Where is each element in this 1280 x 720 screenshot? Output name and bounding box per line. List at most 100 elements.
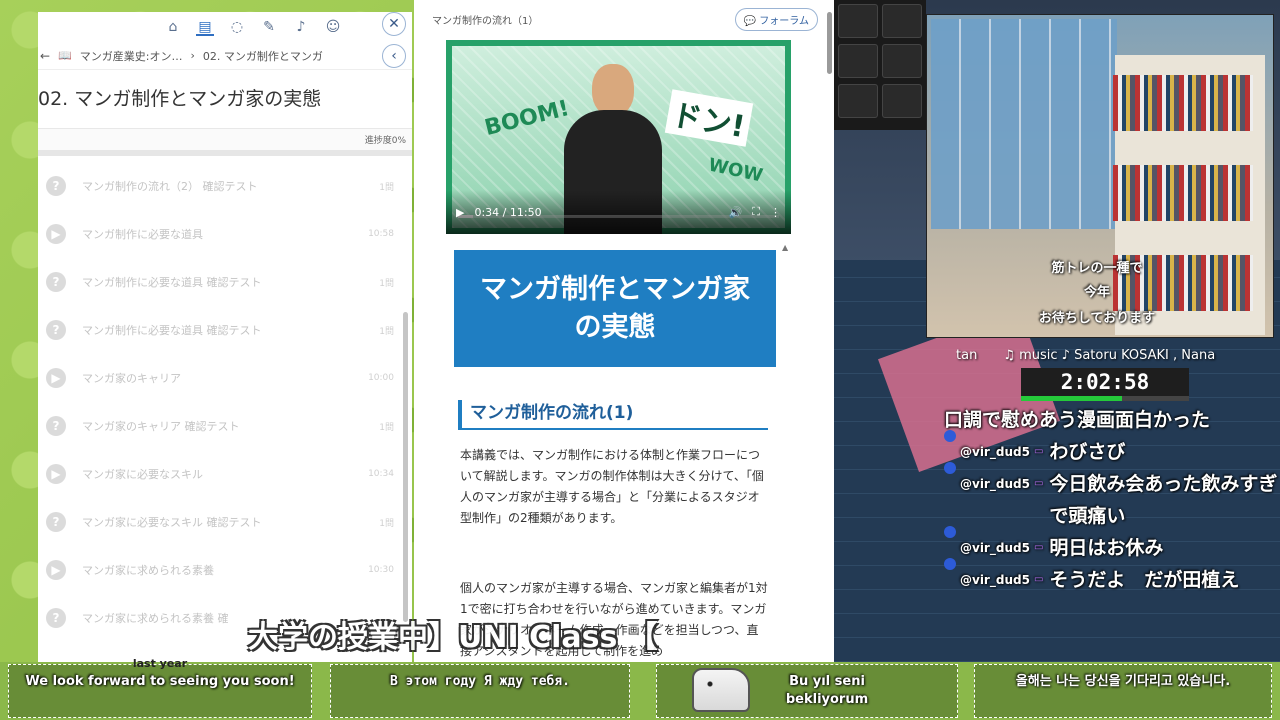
lesson-name: マンガ制作の流れ（2） 確認テスト xyxy=(82,180,258,193)
book-open-icon: 📖 xyxy=(58,49,72,62)
lesson-name: マンガ制作に必要な道具 xyxy=(82,228,203,241)
chat-username: @vir_dud5 xyxy=(960,541,1030,555)
subtitle-text: В этом году Я жду тебя. xyxy=(389,674,570,689)
home-icon[interactable]: ⌂ xyxy=(164,18,182,36)
fullscreen-icon[interactable]: ⛶ xyxy=(752,205,760,219)
chat-message: 口調で慰めあう漫画面白かった xyxy=(944,404,1280,436)
lesson-content: マンガ制作の流れ（1） 💬 フォーラム BOOM! ドン! WOW ▶ 0:34… xyxy=(414,0,834,662)
chat-username: @vir_dud5 xyxy=(960,445,1030,459)
room-caption-1: 筋トレの一種で xyxy=(1051,261,1143,276)
course-sidebar: ⌂ ▤ ◌ ✎ ♪ ☺ ✕ ← 📖 マンガ産業史:オン… › 02. マンガ制作… xyxy=(38,12,412,662)
chat-message: @vir_dud5 ▭ わびさび xyxy=(944,430,1280,468)
breadcrumb-item-course[interactable]: マンガ産業史:オン… xyxy=(80,48,183,64)
member-badge-icon: ▭ xyxy=(1033,446,1044,457)
lesson-item[interactable]: ? マンガ制作に必要な道具 確認テスト 1問 xyxy=(38,258,412,306)
collapse-sidebar-button[interactable]: ‹ xyxy=(382,44,406,68)
play-circle-icon: ▶ xyxy=(46,464,66,484)
lesson-meta: 10:58 xyxy=(368,229,394,239)
room-caption-2: 今年 xyxy=(1083,285,1110,300)
chat-username: @vir_dud5 xyxy=(960,573,1030,587)
lesson-item[interactable]: ▶ マンガ家のキャリア 10:00 xyxy=(38,354,412,402)
chat-dot-icon xyxy=(944,462,956,474)
chat-overlay: 口調で慰めあう漫画面白かった @vir_dud5 ▭ わびさび @vir_dud5 ▭ 今日… xyxy=(944,404,1280,596)
lesson-name: マンガ家に求められる素養 xyxy=(82,564,214,577)
chat-dot-icon xyxy=(944,558,956,570)
question-circle-icon: ? xyxy=(46,272,66,292)
forum-label: フォーラム xyxy=(759,15,809,27)
scroll-up-icon[interactable]: ▲ xyxy=(782,243,788,252)
lesson-item[interactable]: ? マンガ家に必要なスキル 確認テスト 1問 xyxy=(38,498,412,546)
books-row xyxy=(1113,75,1253,131)
lesson-item[interactable]: ▶ マンガ家に必要なスキル 10:34 xyxy=(38,450,412,498)
breadcrumb: ← 📖 マンガ産業史:オン… › 02. マンガ制作とマンガ ‹ xyxy=(38,42,412,70)
lesson-name: マンガ制作に必要な道具 確認テスト xyxy=(82,324,262,337)
volume-icon[interactable]: 🔊 xyxy=(729,206,743,219)
lesson-banner: マンガ制作とマンガ家の実態 xyxy=(454,250,776,367)
lesson-item[interactable]: ? マンガ家のキャリア 確認テスト 1問 xyxy=(38,402,412,450)
sidebar-scrollbar[interactable] xyxy=(403,312,408,622)
chat-text: 明日はお休み xyxy=(1049,537,1164,559)
lesson-item[interactable]: ? マンガ制作の流れ（2） 確認テスト 1問 xyxy=(38,162,412,210)
timer-progress-fill xyxy=(1021,396,1122,401)
play-circle-icon: ▶ xyxy=(46,368,66,388)
lesson-name: マンガ制作に必要な道具 確認テスト xyxy=(82,276,262,289)
subtitle-russian: В этом году Я жду тебя. xyxy=(330,664,630,718)
lesson-name: マンガ家に必要なスキル xyxy=(82,468,203,481)
forum-button[interactable]: 💬 フォーラム xyxy=(734,7,818,31)
play-icon[interactable]: ▶ xyxy=(456,206,464,219)
bell-icon[interactable]: ♪ xyxy=(292,18,310,36)
edit-icon[interactable]: ✎ xyxy=(260,18,278,36)
book-icon[interactable]: ▤ xyxy=(196,18,214,36)
chat-icon[interactable]: ◌ xyxy=(228,18,246,36)
lesson-header-title: マンガ制作の流れ（1） xyxy=(432,15,539,27)
more-options-icon[interactable]: ⋮ xyxy=(770,206,781,219)
question-circle-icon: ? xyxy=(46,416,66,436)
lesson-meta: 1問 xyxy=(379,182,394,193)
keyboard-key xyxy=(838,44,878,78)
lesson-item[interactable]: ▶ マンガ家に求められる素養 10:30 xyxy=(38,546,412,594)
member-badge-icon: ▭ xyxy=(1033,542,1044,553)
question-circle-icon: ? xyxy=(46,512,66,532)
breadcrumb-item-chapter[interactable]: 02. マンガ制作とマンガ xyxy=(203,48,323,64)
chat-text: 口調で慰めあう漫画面白かった xyxy=(944,409,1211,431)
room-caption-3: お待ちしております xyxy=(1038,311,1156,326)
keyboard-key xyxy=(882,4,922,38)
member-badge-icon: ▭ xyxy=(1033,574,1044,585)
stream-title-caption: 大学の授業中】UNI Class 【 xyxy=(248,620,658,655)
progress-bar xyxy=(38,150,412,156)
chat-username: @vir_dud5 xyxy=(960,477,1030,491)
lms-topbar: ⌂ ▤ ◌ ✎ ♪ ☺ ✕ xyxy=(38,12,412,42)
stream-timer: 2:02:58 xyxy=(1021,368,1189,398)
question-circle-icon: ? xyxy=(46,320,66,340)
progress-label: 進捗度0% xyxy=(38,128,412,150)
forum-icon: 💬 xyxy=(743,15,757,27)
keyboard-key xyxy=(882,44,922,78)
close-button[interactable]: ✕ xyxy=(382,12,406,36)
lesson-list: ? マンガ制作の流れ（2） 確認テスト 1問 ▶ マンガ制作に必要な道具 10:58? マン… xyxy=(38,162,412,642)
lecture-video[interactable]: BOOM! ドン! WOW ▶ 0:34 / 11:50 🔊 ⛶ ⋮ xyxy=(446,40,791,234)
play-circle-icon: ▶ xyxy=(46,560,66,580)
subtitle-text: 올해는 나는 당신을 기다리고 있습니다. xyxy=(1015,674,1231,689)
subtitle-korean: 올해는 나는 당신을 기다리고 있습니다. xyxy=(974,664,1272,718)
lesson-meta: 1問 xyxy=(379,278,394,289)
chat-dot-icon xyxy=(944,526,956,538)
subtitle-text: We look forward to seeing you soon! xyxy=(25,674,295,689)
back-arrow-icon[interactable]: ← xyxy=(40,49,50,63)
chat-text: 今日飲み会あった飲みすぎで頭痛い xyxy=(1049,473,1278,527)
question-circle-icon: ? xyxy=(46,608,66,628)
video-controls: ▶ 0:34 / 11:50 🔊 ⛶ ⋮ xyxy=(446,190,791,234)
avatar[interactable]: ☺ xyxy=(324,18,342,36)
content-scrollbar[interactable] xyxy=(827,12,832,74)
chat-message: @vir_dud5 ▭ そうだよ だが田植え xyxy=(944,558,1280,596)
lesson-item[interactable]: ? マンガ制作に必要な道具 確認テスト 1問 xyxy=(38,306,412,354)
timer-progress xyxy=(1021,396,1189,401)
books-row xyxy=(1113,165,1253,221)
lesson-item[interactable]: ▶ マンガ制作に必要な道具 10:58 xyxy=(38,210,412,258)
chevron-right-icon: › xyxy=(190,49,195,62)
paragraph-1: 本講義では、マンガ制作における体制と作業フローについて解説します。マンガの制作体… xyxy=(460,448,764,525)
question-circle-icon: ? xyxy=(46,176,66,196)
keyboard-key xyxy=(838,84,878,118)
keyboard-key xyxy=(838,4,878,38)
section-heading: マンガ制作の流れ(1) xyxy=(458,400,768,430)
keyboard xyxy=(834,0,926,130)
